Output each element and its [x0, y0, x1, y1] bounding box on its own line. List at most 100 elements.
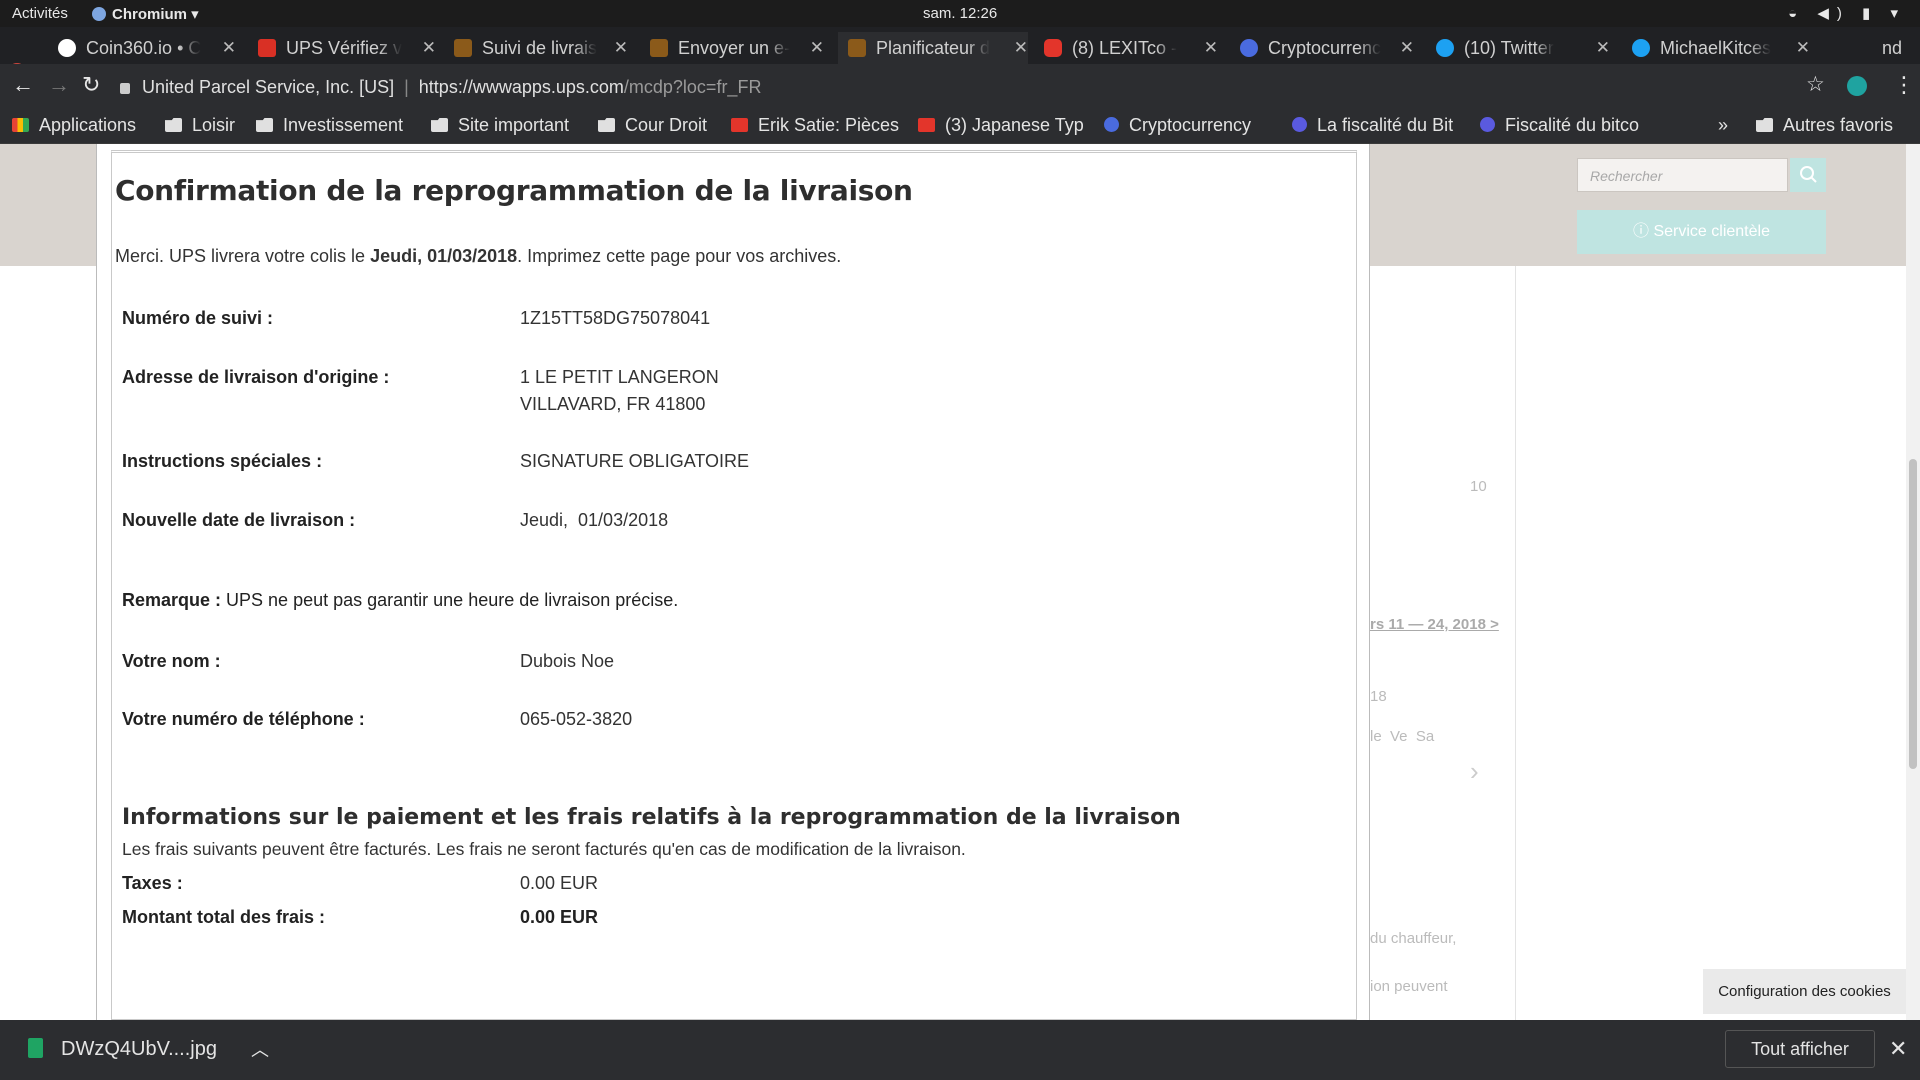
tab-coin360[interactable]: Coin360.io • C ✕: [58, 32, 236, 64]
tab-title: Planificateur d: [876, 38, 991, 58]
tab-close-icon[interactable]: ✕: [222, 32, 236, 64]
app-menu[interactable]: Chromium ▾: [92, 5, 199, 23]
bookmark-fiscalite-bit[interactable]: La fiscalité du Bit: [1292, 115, 1462, 136]
bookmark-fiscalite-bitcoin[interactable]: Fiscalité du bitco: [1480, 115, 1650, 136]
search-button[interactable]: [1790, 158, 1826, 192]
folder-icon: [256, 118, 273, 132]
help-icon: ⓘ: [1633, 223, 1654, 240]
bookmark-cryptocurrency[interactable]: Cryptocurrency: [1104, 115, 1276, 136]
system-top-bar: Activités Chromium ▾ sam. 12:26 ◒ ◀) ▮ ▾: [0, 0, 1920, 27]
menu-icon[interactable]: ⋮: [1893, 72, 1915, 98]
tab-close-icon[interactable]: ✕: [1014, 32, 1028, 64]
show-all-downloads-button[interactable]: Tout afficher: [1725, 1030, 1875, 1068]
chevron-up-icon[interactable]: ︿: [251, 1036, 269, 1062]
tab-ups-verify[interactable]: UPS Vérifiez v ✕: [258, 32, 436, 64]
folder-icon: [598, 118, 615, 132]
bookmark-label: (3) Japanese Typ: [945, 115, 1084, 135]
folder-icon: [1756, 118, 1773, 132]
tab-title: UPS Vérifiez v: [286, 38, 403, 58]
star-icon[interactable]: ☆: [1806, 72, 1825, 97]
site-identity: United Parcel Service, Inc. [US]: [142, 77, 395, 97]
bg-note: du chauffeur,: [1370, 930, 1457, 947]
tab-close-icon[interactable]: ✕: [422, 32, 436, 64]
bookmark-other[interactable]: Autres favoris: [1756, 115, 1893, 136]
fees-note: Les frais suivants peuvent être facturés…: [122, 839, 966, 859]
extension-icon[interactable]: [1847, 76, 1867, 96]
system-status-icons[interactable]: ◒ ◀) ▮ ▾: [1788, 4, 1906, 22]
address-bar[interactable]: United Parcel Service, Inc. [US] | https:/…: [120, 71, 1810, 103]
bookmark-loisir[interactable]: Loisir: [165, 115, 235, 136]
tab-cryptocurrency[interactable]: Cryptocurrenc ✕: [1240, 32, 1414, 64]
reload-icon[interactable]: ↻: [82, 72, 100, 98]
fiscalite-site-icon: [1480, 117, 1495, 132]
tab-ups-tracking[interactable]: Suivi de livrais ✕: [454, 32, 628, 64]
tab-strip: ✕ Coin360.io • C ✕ UPS Vérifiez v ✕ Suivi …: [0, 27, 1920, 81]
bookmarks-overflow-button[interactable]: »: [1718, 115, 1728, 136]
twitter-icon: [1436, 39, 1454, 57]
bookmark-label: Loisir: [192, 115, 236, 135]
coin360-icon: [58, 39, 76, 57]
tab-close-icon[interactable]: ✕: [1596, 32, 1610, 64]
tab-title: Envoyer un e-: [678, 38, 791, 58]
bookmarks-bar: Applications Loisir Investissement Site …: [0, 109, 1920, 144]
phone-label: Votre numéro de téléphone :: [122, 709, 365, 729]
scrollbar-thumb[interactable]: [1909, 459, 1917, 769]
bookmark-label: Cryptocurrency: [1129, 115, 1252, 135]
customer-service-button[interactable]: ⓘ Service clientèle: [1577, 210, 1826, 254]
name-label: Votre nom :: [122, 651, 221, 671]
tab-overflow[interactable]: nd: [1882, 32, 1912, 64]
twitter-icon: [1632, 39, 1650, 57]
activities-button[interactable]: Activités: [12, 5, 68, 22]
folder-icon: [165, 118, 182, 132]
url-host: https://wwwapps.ups.com: [418, 77, 624, 97]
page-scrollbar[interactable]: [1906, 144, 1920, 1020]
tab-close-icon[interactable]: ✕: [1796, 32, 1810, 64]
bg-date-range-link[interactable]: rs 11 — 24, 2018 >: [1370, 616, 1499, 633]
bookmark-cour-droit[interactable]: Cour Droit: [598, 115, 707, 136]
search-input[interactable]: Rechercher: [1577, 158, 1788, 192]
bookmark-label: Cour Droit: [625, 115, 708, 135]
bookmark-label: La fiscalité du Bit: [1317, 115, 1454, 135]
tab-close-icon[interactable]: ✕: [614, 32, 628, 64]
tab-youtube-lexitco[interactable]: (8) LEXITco - ✕: [1044, 32, 1218, 64]
taxes-label: Taxes :: [122, 873, 183, 893]
phone-value: 065-052-3820: [520, 709, 633, 729]
name-value: Dubois Noe: [520, 651, 615, 671]
forward-icon[interactable]: →: [48, 72, 70, 98]
bookmark-site-important[interactable]: Site important: [431, 115, 569, 136]
search-icon: [1800, 166, 1817, 183]
chevron-right-icon[interactable]: ›: [1470, 756, 1479, 787]
close-download-shelf-icon[interactable]: ✕: [1889, 1036, 1907, 1062]
tab-twitter[interactable]: (10) Twitter ✕: [1436, 32, 1610, 64]
tab-close-icon[interactable]: ✕: [1400, 32, 1414, 64]
clock[interactable]: sam. 12:26: [923, 5, 997, 22]
bookmark-erik-satie[interactable]: Erik Satie: Pièces: [731, 115, 901, 136]
tab-close-icon[interactable]: ✕: [810, 32, 824, 64]
bookmark-japanese[interactable]: (3) Japanese Typ: [918, 115, 1088, 136]
tab-ups-planner[interactable]: Planificateur d ✕: [838, 32, 1028, 64]
tab-michaelkitces[interactable]: MichaelKitces ✕: [1632, 32, 1810, 64]
bookmark-apps[interactable]: Applications: [12, 115, 136, 136]
bookmark-label: Fiscalité du bitco: [1505, 115, 1640, 135]
bookmark-investissement[interactable]: Investissement: [256, 115, 403, 136]
app-menu-label: Chromium: [112, 6, 187, 23]
cookie-settings-button[interactable]: Configuration des cookies: [1703, 969, 1906, 1014]
intro-date: Jeudi, 01/03/2018: [370, 246, 518, 266]
back-icon[interactable]: ←: [12, 72, 34, 98]
fees-heading: Informations sur le paiement et les frai…: [122, 805, 1181, 830]
ups-icon: [454, 39, 472, 57]
tab-ups-email[interactable]: Envoyer un e- ✕: [650, 32, 824, 64]
download-item[interactable]: DWzQ4UbV....jpg: [28, 1038, 217, 1061]
tab-close-icon[interactable]: ✕: [1204, 32, 1218, 64]
url-separator: |: [404, 77, 409, 97]
lock-icon[interactable]: [120, 83, 130, 94]
page-title: Confirmation de la reprogrammation de la…: [115, 174, 913, 207]
ups-icon: [848, 39, 866, 57]
bookmark-label: Site important: [458, 115, 570, 135]
address-line1: 1 LE PETIT LANGERON: [520, 367, 719, 387]
tab-title: (10) Twitter: [1464, 38, 1554, 58]
bookmark-label: Erik Satie: Pièces: [758, 115, 900, 135]
bg-year: 18: [1370, 688, 1387, 705]
folder-icon: [431, 118, 448, 132]
tab-title: MichaelKitces: [1660, 38, 1772, 58]
